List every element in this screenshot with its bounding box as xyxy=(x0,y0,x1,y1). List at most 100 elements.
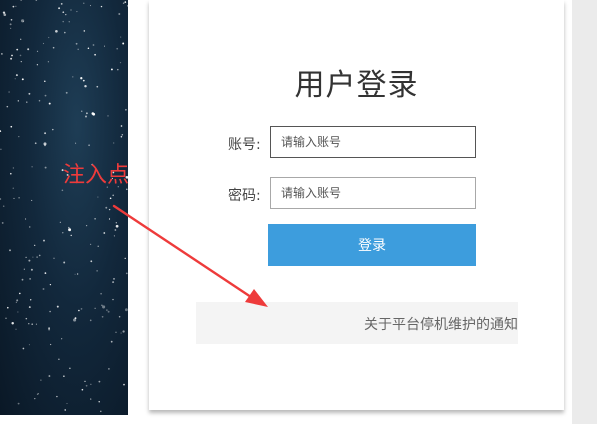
star xyxy=(124,308,128,312)
star xyxy=(44,272,47,274)
star xyxy=(80,77,83,80)
star xyxy=(21,78,24,81)
star xyxy=(62,232,64,234)
star xyxy=(123,383,125,386)
star xyxy=(120,36,122,38)
star xyxy=(25,317,28,320)
star xyxy=(13,197,15,199)
star xyxy=(84,380,86,383)
star xyxy=(115,331,117,334)
star xyxy=(81,388,84,391)
star xyxy=(0,148,2,151)
star xyxy=(97,196,99,198)
star xyxy=(75,42,78,45)
star xyxy=(68,228,72,232)
star xyxy=(62,20,64,23)
star xyxy=(35,323,37,325)
star xyxy=(120,125,123,127)
star xyxy=(103,232,106,234)
star xyxy=(56,305,59,308)
star xyxy=(61,338,63,340)
star xyxy=(120,332,122,334)
star xyxy=(127,5,128,7)
star xyxy=(27,48,30,51)
star xyxy=(115,222,117,224)
star xyxy=(125,108,127,111)
star xyxy=(89,5,92,7)
star xyxy=(1,53,3,55)
star xyxy=(109,197,112,200)
stars-layer xyxy=(0,0,128,413)
star xyxy=(105,206,108,209)
star xyxy=(82,79,85,82)
star xyxy=(23,268,25,270)
notice-bar: 关于平台停机维护的通知 xyxy=(196,302,518,344)
star xyxy=(2,205,5,207)
star xyxy=(59,221,61,223)
star xyxy=(56,395,58,398)
star xyxy=(10,172,12,175)
username-input[interactable] xyxy=(270,126,476,158)
star xyxy=(31,199,33,201)
star xyxy=(72,76,74,78)
star xyxy=(61,189,64,192)
injection-point-annotation: 注入点 xyxy=(63,163,130,188)
star xyxy=(86,112,88,115)
star xyxy=(28,323,30,325)
star xyxy=(84,84,87,88)
star xyxy=(100,292,102,295)
star xyxy=(38,99,41,102)
maintenance-notice-link[interactable]: 关于平台停机维护的通知 xyxy=(364,314,518,334)
star xyxy=(108,368,110,370)
star xyxy=(9,23,12,26)
star xyxy=(120,135,123,138)
star xyxy=(100,410,102,413)
star xyxy=(22,21,24,23)
star xyxy=(48,375,51,377)
star xyxy=(18,292,21,295)
star xyxy=(21,278,24,281)
login-button[interactable]: 登录 xyxy=(268,224,476,266)
password-label: 密码: xyxy=(228,188,261,204)
star xyxy=(3,13,7,17)
star xyxy=(62,11,65,14)
star xyxy=(108,218,111,220)
username-label: 账号: xyxy=(228,137,261,153)
star xyxy=(122,2,125,4)
star xyxy=(29,278,31,280)
star xyxy=(124,1,127,3)
star xyxy=(77,48,79,51)
star xyxy=(113,278,115,280)
star xyxy=(48,102,51,105)
star xyxy=(107,310,110,313)
star xyxy=(16,299,19,302)
star xyxy=(48,328,51,331)
star xyxy=(17,100,19,102)
star xyxy=(49,283,52,286)
star xyxy=(14,78,16,80)
star xyxy=(42,42,45,45)
star xyxy=(32,256,34,258)
star xyxy=(66,402,68,405)
star xyxy=(68,226,70,229)
star xyxy=(81,110,83,112)
star xyxy=(19,54,22,57)
star xyxy=(43,239,45,242)
star xyxy=(98,380,101,383)
star xyxy=(30,299,32,301)
star xyxy=(75,142,77,144)
star xyxy=(44,80,46,83)
star xyxy=(1,221,4,224)
star xyxy=(96,270,98,272)
star xyxy=(68,21,70,23)
star xyxy=(10,18,13,21)
star xyxy=(48,36,50,39)
star xyxy=(83,30,86,32)
star xyxy=(122,42,125,45)
login-panel: 用户登录 账号: 密码: 登录 关于平台停机维护的通知 xyxy=(149,0,564,410)
password-input[interactable] xyxy=(270,177,476,209)
star xyxy=(55,29,58,33)
star xyxy=(26,101,28,103)
star xyxy=(25,256,27,259)
star xyxy=(112,194,114,197)
